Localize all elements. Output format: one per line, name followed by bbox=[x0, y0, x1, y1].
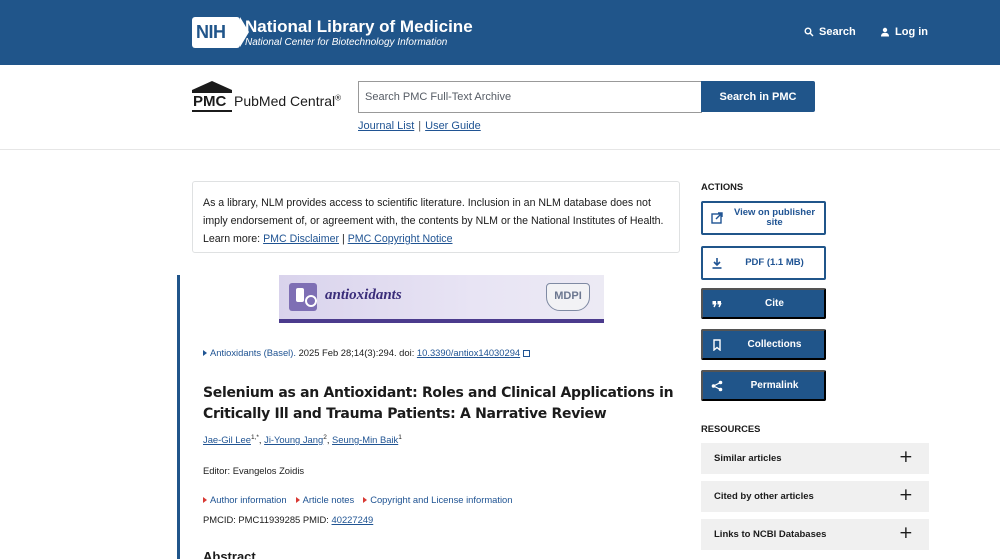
pmcid-pmid: PMCID: PMC11939285 PMID: 40227249 bbox=[203, 514, 374, 525]
ncbi-databases-accordion[interactable]: Links to NCBI Databases + bbox=[701, 519, 929, 550]
caret-right-icon bbox=[203, 497, 207, 503]
external-link-icon bbox=[711, 212, 723, 224]
pmid-link[interactable]: 40227249 bbox=[332, 514, 374, 525]
author-link[interactable]: Jae-Gil Lee bbox=[203, 434, 251, 445]
article-info-links: Author information Article notes Copyright… bbox=[203, 494, 521, 505]
login-button[interactable]: Log in bbox=[880, 26, 928, 38]
journal-banner[interactable]: antioxidants MDPI bbox=[279, 275, 604, 323]
search-in-pmc-button[interactable]: Search in PMC bbox=[701, 81, 815, 112]
action-label: Cite bbox=[765, 297, 784, 309]
caret-right-icon bbox=[363, 497, 368, 503]
pmc-logo-abbrev: PMC bbox=[193, 93, 227, 110]
pmc-copyright-link[interactable]: PMC Copyright Notice bbox=[348, 233, 453, 245]
resource-label: Similar articles bbox=[714, 453, 782, 464]
pmc-sub-links: Journal List | User Guide bbox=[358, 120, 481, 132]
download-icon bbox=[712, 258, 722, 269]
external-link-icon bbox=[523, 350, 531, 357]
journal-banner-title: antioxidants bbox=[325, 287, 402, 303]
caret-right-icon bbox=[203, 350, 207, 356]
caret-right-icon bbox=[295, 497, 300, 503]
nih-header: NIH National Library of Medicine Nationa… bbox=[0, 0, 1000, 65]
author-information-toggle[interactable]: Author information bbox=[210, 494, 287, 505]
copyright-license-toggle[interactable]: Copyright and License information bbox=[370, 494, 512, 505]
plus-icon: + bbox=[898, 447, 913, 467]
login-label: Log in bbox=[895, 26, 928, 38]
user-icon bbox=[881, 27, 889, 37]
pdf-download-button[interactable]: PDF (1.1 MB) bbox=[701, 246, 826, 280]
header-divider bbox=[0, 149, 1000, 150]
pmc-logo[interactable]: PMC PubMed Central® bbox=[192, 81, 352, 113]
permalink-button[interactable]: Permalink bbox=[701, 370, 826, 401]
nlm-disclaimer: As a library, NLM provides access to sci… bbox=[192, 181, 680, 253]
pmc-disclaimer-link[interactable]: PMC Disclaimer bbox=[263, 233, 339, 245]
header-search-button[interactable]: Search bbox=[804, 26, 856, 38]
share-icon bbox=[711, 380, 723, 391]
article-notes-toggle[interactable]: Article notes bbox=[303, 494, 355, 505]
ncbi-subtitle: National Center for Biotechnology Inform… bbox=[245, 37, 448, 48]
mdpi-logo: MDPI bbox=[546, 283, 590, 311]
author-list: Jae-Gil Lee1,*, Ji-Young Jang2, Seung-Mi… bbox=[203, 434, 402, 446]
actions-heading: ACTIONS bbox=[701, 181, 744, 192]
article-accent-bar bbox=[177, 275, 180, 559]
plus-icon: + bbox=[898, 485, 913, 505]
nlm-title[interactable]: National Library of Medicine bbox=[245, 17, 473, 37]
cited-by-accordion[interactable]: Cited by other articles + bbox=[701, 481, 929, 512]
collections-button[interactable]: Collections bbox=[701, 329, 826, 360]
action-label: Permalink bbox=[750, 379, 799, 391]
header-search-label: Search bbox=[819, 26, 856, 38]
cite-button[interactable]: Cite bbox=[701, 288, 826, 319]
search-icon bbox=[804, 27, 814, 37]
view-on-publisher-button[interactable]: View on publisher site bbox=[701, 201, 826, 235]
article-citation: Antioxidants (Basel). 2025 Feb 28;14(3):… bbox=[203, 347, 531, 358]
abstract-heading: Abstract bbox=[203, 549, 256, 559]
bookmark-icon bbox=[713, 338, 721, 351]
similar-articles-accordion[interactable]: Similar articles + bbox=[701, 443, 929, 474]
quote-icon bbox=[712, 300, 722, 307]
action-label: View on publisher site bbox=[733, 207, 816, 228]
doi-link[interactable]: 10.3390/antiox14030294 bbox=[417, 347, 520, 358]
resources-heading: RESOURCES bbox=[701, 423, 761, 434]
action-label: Collections bbox=[747, 338, 802, 350]
user-guide-link[interactable]: User Guide bbox=[425, 120, 481, 132]
pmc-logo-roof bbox=[192, 81, 232, 90]
author-link[interactable]: Seung-Min Baik bbox=[332, 434, 398, 445]
journal-logo-icon bbox=[289, 283, 317, 311]
resource-label: Cited by other articles bbox=[714, 491, 814, 502]
plus-icon: + bbox=[898, 523, 913, 543]
resource-label: Links to NCBI Databases bbox=[714, 529, 827, 540]
action-label: PDF (1.1 MB) bbox=[745, 257, 804, 268]
article-title: Selenium as an Antioxidant: Roles and Cl… bbox=[203, 385, 674, 422]
pmc-logo-name: PubMed Central® bbox=[234, 93, 342, 109]
nih-logo[interactable]: NIH bbox=[192, 17, 249, 48]
journal-link[interactable]: Antioxidants (Basel). bbox=[210, 347, 296, 358]
article-editor: Editor: Evangelos Zoidis bbox=[203, 465, 305, 476]
pmc-search-input[interactable] bbox=[358, 81, 702, 113]
author-link[interactable]: Ji-Young Jang bbox=[264, 434, 323, 445]
journal-list-link[interactable]: Journal List bbox=[358, 120, 414, 132]
